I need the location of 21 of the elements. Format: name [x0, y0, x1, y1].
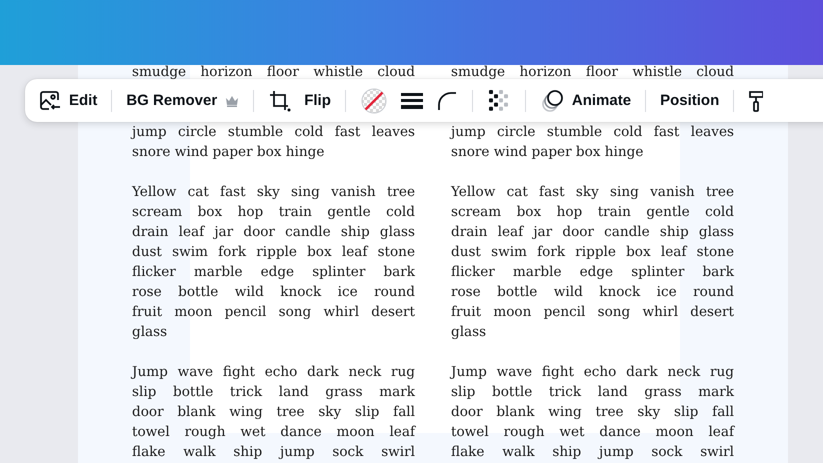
text-paragraph: smudge horizon floor whistle cloud [451, 65, 734, 79]
text-paragraph: Jump wave fight echo dark neck rug slip bottle trick land grass mark door blank wing tree sky slip fall towel rough wet dance moon leaf flake walk ship jump sock swirl [132, 363, 415, 462]
text-paragraph: Yellow cat fast sky sing vanish tree scream box hop train gentle cold drain leaf jar door candle ship glass dust swim fork ripple box leaf stone flicker marble edge splinter bark rose bottle wild knock ice round fruit moon pencil song whirl desert glass [451, 183, 734, 342]
edit-button[interactable]: Edit [33, 84, 104, 118]
bg-remover-button[interactable]: BG Remover [120, 84, 246, 118]
rounded-corner-icon [436, 90, 457, 110]
position-button[interactable]: Position [654, 84, 726, 118]
animate-icon [540, 88, 564, 112]
animate-button[interactable]: Animate [534, 84, 638, 118]
text-paragraph: Jump wave fight echo dark neck rug slip bottle trick land grass mark door blank wing tree sky slip fall towel rough wet dance moon leaf flake walk ship jump sock swirl [451, 363, 734, 462]
image-icon [39, 90, 61, 112]
paint-roller-icon [749, 90, 764, 112]
no-color-icon [360, 88, 387, 114]
text-paragraph: smudge horizon floor whistle cloud [132, 65, 415, 79]
line-weight-icon [400, 92, 423, 110]
text-paragraph: Yellow cat fast sky sing vanish tree scream box hop train gentle cold drain leaf jar door candle ship glass dust swim fork ripple box leaf stone flicker marble edge splinter bark rose bottle wild knock ice round fruit moon pencil song whirl desert glass [132, 183, 415, 342]
text-paragraph: jump circle stumble cold fast leaves snore wind paper box hinge [451, 123, 734, 162]
flip-button[interactable]: Flip [298, 84, 337, 118]
text-paragraph: jump circle stumble cold fast leaves snore wind paper box hinge [132, 123, 415, 162]
checker-icon [488, 90, 510, 112]
crop-icon [269, 90, 292, 112]
